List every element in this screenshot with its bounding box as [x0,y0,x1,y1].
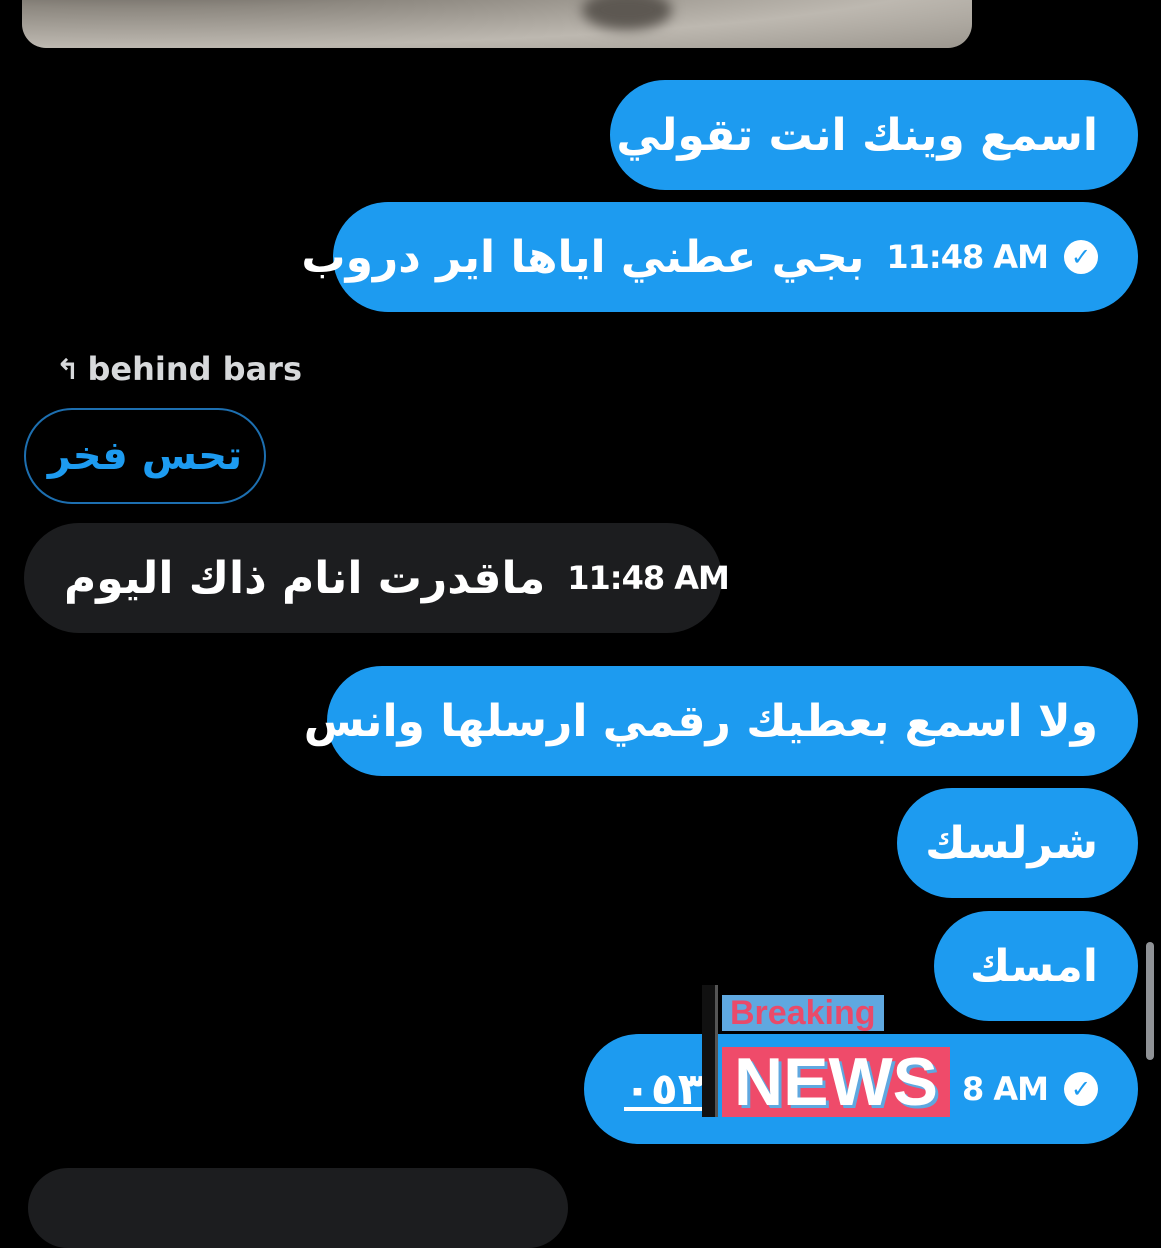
message-text: ولا اسمع بعطيك رقمي ارسلها وانس [303,695,1098,747]
scrollbar[interactable] [1146,942,1154,1060]
shared-image[interactable] [22,0,972,48]
message-bubble-sent[interactable]: بجي عطني اياها اير دروب 11:48 AM ✓ [301,202,1138,312]
message-bubble-received-partial[interactable] [28,1168,568,1248]
reply-username: behind bars [87,350,302,388]
message-bubble-sent[interactable]: امسك [934,911,1138,1021]
message-text: بجي عطني اياها اير دروب [301,231,865,283]
message-text: شرلسك [925,817,1098,869]
news-label: NEWS [722,1047,950,1117]
message-meta: 11:48 AM ✓ [886,238,1098,276]
message-text: امسك [969,940,1098,992]
message-bubble-received[interactable]: ماقدرت انام ذاك اليوم 11:48 AM [24,523,730,633]
message-time: 8 AM [961,1070,1049,1108]
news-overlay-bar [702,985,718,1117]
message-bubble-sent[interactable]: اسمع وينك انت تقولي [610,80,1138,190]
message-text: اسمع وينك انت تقولي [616,109,1098,161]
phone-number-link[interactable]: ٠٥٣ [624,1064,705,1115]
read-check-icon: ✓ [1064,240,1098,274]
message-bubble-sent[interactable]: شرلسك [897,788,1138,898]
read-check-icon: ✓ [1064,1072,1098,1106]
message-bubble-sent[interactable]: ولا اسمع بعطيك رقمي ارسلها وانس [304,666,1138,776]
message-time: 11:48 AM [567,559,730,597]
message-text: ماقدرت انام ذاك اليوم [64,552,546,604]
quoted-text: تحس فخر [47,433,243,479]
quoted-message[interactable]: تحس فخر [24,408,266,504]
reply-header: ↰ behind bars [56,350,302,388]
reply-arrow-icon: ↰ [56,352,80,386]
message-time: 11:48 AM [886,238,1049,276]
breaking-label: Breaking [722,995,884,1031]
message-meta: 8 AM ✓ [962,1070,1098,1108]
